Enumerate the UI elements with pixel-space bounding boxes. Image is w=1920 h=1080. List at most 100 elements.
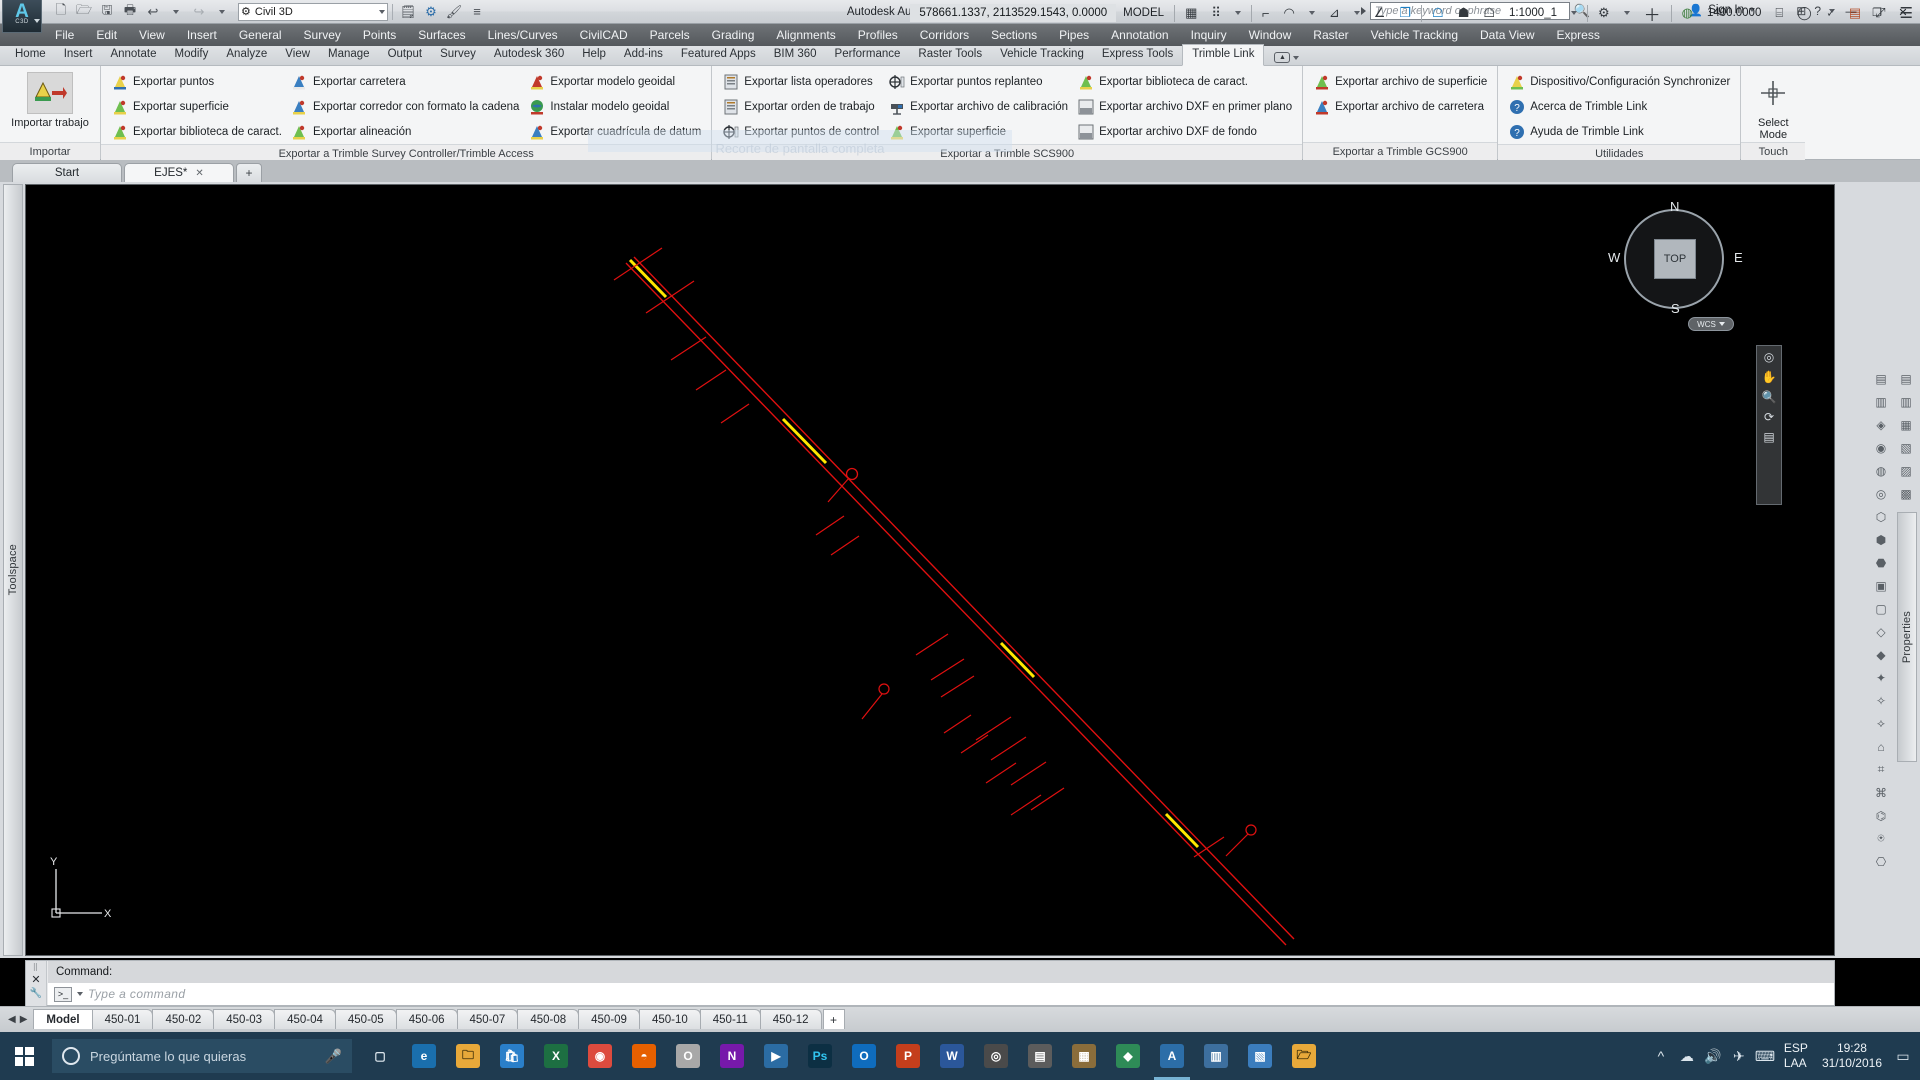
menu-item-lines-curves[interactable]: Lines/Curves: [477, 24, 569, 46]
ribbon-item-exportar-alineación[interactable]: Exportar alineación: [287, 120, 523, 144]
expand-screen-icon[interactable]: ⤢: [1868, 0, 1892, 26]
chevron-down-icon[interactable]: [1718, 322, 1725, 326]
command-prompt-icon[interactable]: >_: [54, 986, 72, 1002]
annotation-value-readout[interactable]: 1400.0000: [1700, 0, 1768, 26]
tool-icon-5[interactable]: ◍: [1870, 460, 1892, 481]
tool-icon-6[interactable]: ◎: [1870, 483, 1892, 504]
taskbar-excel-icon[interactable]: X: [534, 1032, 578, 1080]
cortana-search-box[interactable]: Pregúntame lo que quieras 🎤: [52, 1039, 352, 1073]
toolspace-panel-collapsed[interactable]: Toolspace: [3, 184, 23, 956]
ribbon-item-exportar-biblioteca-de-caract-[interactable]: Exportar biblioteca de caract.: [107, 120, 286, 144]
ribbon-button-importar-trabajo[interactable]: Importar trabajo: [6, 70, 94, 129]
ribbon-tab-modify[interactable]: Modify: [166, 45, 218, 65]
chevron-down-icon[interactable]: [379, 9, 385, 14]
layout-tab-450-12[interactable]: 450-12: [759, 1009, 822, 1029]
tool-icon-20[interactable]: ⌬: [1870, 805, 1892, 826]
ribbon-tab-express-tools[interactable]: Express Tools: [1093, 45, 1182, 65]
menu-item-survey[interactable]: Survey: [293, 24, 352, 46]
menu-item-raster[interactable]: Raster: [1302, 24, 1359, 46]
layout-tab-450-10[interactable]: 450-10: [638, 1009, 701, 1029]
document-tab-ejes-[interactable]: EJES* ✕: [124, 163, 234, 182]
ribbon-tab-vehicle-tracking[interactable]: Vehicle Tracking: [991, 45, 1093, 65]
new-document-button[interactable]: +: [236, 163, 262, 182]
menu-item-grading[interactable]: Grading: [701, 24, 766, 46]
start-button[interactable]: [0, 1032, 48, 1080]
taskbar-task-view-icon[interactable]: ▢: [358, 1032, 402, 1080]
side-icon-6[interactable]: ▩: [1895, 483, 1917, 504]
menu-item-surfaces[interactable]: Surfaces: [407, 24, 476, 46]
annotation-visibility-icon[interactable]: ☖: [1425, 0, 1451, 26]
taskbar-firefox-icon[interactable]: ◓: [622, 1032, 666, 1080]
volume-icon[interactable]: 🔊: [1700, 1032, 1726, 1080]
view-cube-top-face[interactable]: TOP: [1654, 239, 1696, 279]
ribbon-item-exportar-superficie[interactable]: Exportar superficie: [107, 95, 286, 119]
side-icon-2[interactable]: ▥: [1895, 391, 1917, 412]
ribbon-item-exportar-puntos-replanteo[interactable]: Exportar puntos replanteo: [884, 70, 1072, 94]
taskbar-folder-icon[interactable]: 🗁: [1282, 1032, 1326, 1080]
plot-icon[interactable]: 🖶: [119, 2, 141, 22]
command-input[interactable]: Type a command: [88, 987, 185, 1001]
layout-tab-model[interactable]: Model: [33, 1009, 93, 1029]
ribbon-tab-performance[interactable]: Performance: [826, 45, 910, 65]
menu-item-pipes[interactable]: Pipes: [1048, 24, 1100, 46]
menu-item-view[interactable]: View: [128, 24, 176, 46]
ribbon-tab-annotate[interactable]: Annotate: [101, 45, 165, 65]
customization-icon[interactable]: ☰: [1893, 0, 1920, 26]
add-icon[interactable]: ＋: [1637, 0, 1668, 26]
autoscale-icon[interactable]: ☗: [1451, 0, 1477, 26]
snap-dropdown-icon[interactable]: [1228, 0, 1248, 26]
taskbar-store-icon[interactable]: 🛍: [490, 1032, 534, 1080]
close-icon[interactable]: ✕: [195, 168, 203, 179]
command-line-grip[interactable]: ⣿ ✕ 🔧: [26, 961, 47, 1007]
lineweight-icon[interactable]: ❐: [1392, 0, 1418, 26]
taskbar-photoshop-icon[interactable]: Ps: [798, 1032, 842, 1080]
tool-icon-14[interactable]: ✦: [1870, 667, 1892, 688]
open-icon[interactable]: 🗁: [73, 2, 95, 22]
layout-tab-450-06[interactable]: 450-06: [395, 1009, 458, 1029]
ribbon-tab-output[interactable]: Output: [379, 45, 432, 65]
tool-icon-12[interactable]: ◇: [1870, 621, 1892, 642]
clean-screen-icon[interactable]: ▤: [1842, 0, 1868, 26]
taskbar-outlook-icon[interactable]: O: [842, 1032, 886, 1080]
taskbar-app-icon-16[interactable]: ▤: [1018, 1032, 1062, 1080]
menu-item-profiles[interactable]: Profiles: [847, 24, 909, 46]
ribbon-tab-help[interactable]: Help: [573, 45, 615, 65]
orbit-icon[interactable]: ⟳: [1764, 410, 1774, 424]
tool-icon-18[interactable]: ⌗: [1870, 759, 1892, 780]
ribbon-item-exportar-orden-de-trabajo[interactable]: Exportar orden de trabajo: [718, 95, 883, 119]
object-snap-icon[interactable]: ⊿: [1322, 0, 1347, 26]
ribbon-tab-home[interactable]: Home: [6, 45, 55, 65]
menu-item-corridors[interactable]: Corridors: [909, 24, 980, 46]
isolate-objects-icon[interactable]: ⌸: [1768, 0, 1790, 26]
view-cube[interactable]: TOP N S E W: [1604, 199, 1744, 316]
tool-icon-11[interactable]: ▢: [1870, 598, 1892, 619]
ribbon-item-ayuda-de-trimble-link[interactable]: ? Ayuda de Trimble Link: [1504, 120, 1734, 144]
ribbon-tab-analyze[interactable]: Analyze: [217, 45, 276, 65]
chevron-down-icon[interactable]: [34, 18, 40, 23]
side-icon-3[interactable]: ▦: [1895, 414, 1917, 435]
redo-dropdown-icon[interactable]: [211, 2, 233, 22]
new-icon[interactable]: 🗋: [50, 2, 72, 22]
ribbon-minimize-button[interactable]: ▲: [1274, 52, 1300, 65]
menu-item-file[interactable]: File: [44, 24, 85, 46]
coordinate-readout[interactable]: 578661.1337, 2113529.1543, 0.0000: [910, 4, 1117, 22]
layout-tab-450-07[interactable]: 450-07: [456, 1009, 519, 1029]
menu-item-general[interactable]: General: [228, 24, 293, 46]
ribbon-item-instalar-modelo-geoidal[interactable]: Instalar modelo geoidal: [524, 95, 705, 119]
document-tab-start[interactable]: Start: [12, 163, 122, 182]
menu-item-inquiry[interactable]: Inquiry: [1180, 24, 1238, 46]
ribbon-item-exportar-archivo-de-calibración[interactable]: Exportar archivo de calibración: [884, 95, 1072, 119]
showmotion-icon[interactable]: ▤: [1763, 430, 1774, 444]
keyboard-icon[interactable]: ⌨: [1752, 1032, 1778, 1080]
taskbar-chrome-icon[interactable]: ◉: [578, 1032, 622, 1080]
ribbon-tab-manage[interactable]: Manage: [319, 45, 379, 65]
side-icon-5[interactable]: ▨: [1895, 460, 1917, 481]
ribbon-item-exportar-puntos[interactable]: Exportar puntos: [107, 70, 286, 94]
close-icon[interactable]: ✕: [31, 973, 40, 986]
ribbon-tab-autodesk-360[interactable]: Autodesk 360: [485, 45, 573, 65]
qat-settings-icon[interactable]: ⚙: [420, 2, 442, 22]
isolate-check-icon[interactable]: 🗸: [1819, 0, 1842, 26]
polar-tracking-icon[interactable]: ◠: [1276, 0, 1301, 26]
menu-item-annotation[interactable]: Annotation: [1100, 24, 1179, 46]
side-icon-1[interactable]: ▤: [1895, 368, 1917, 389]
